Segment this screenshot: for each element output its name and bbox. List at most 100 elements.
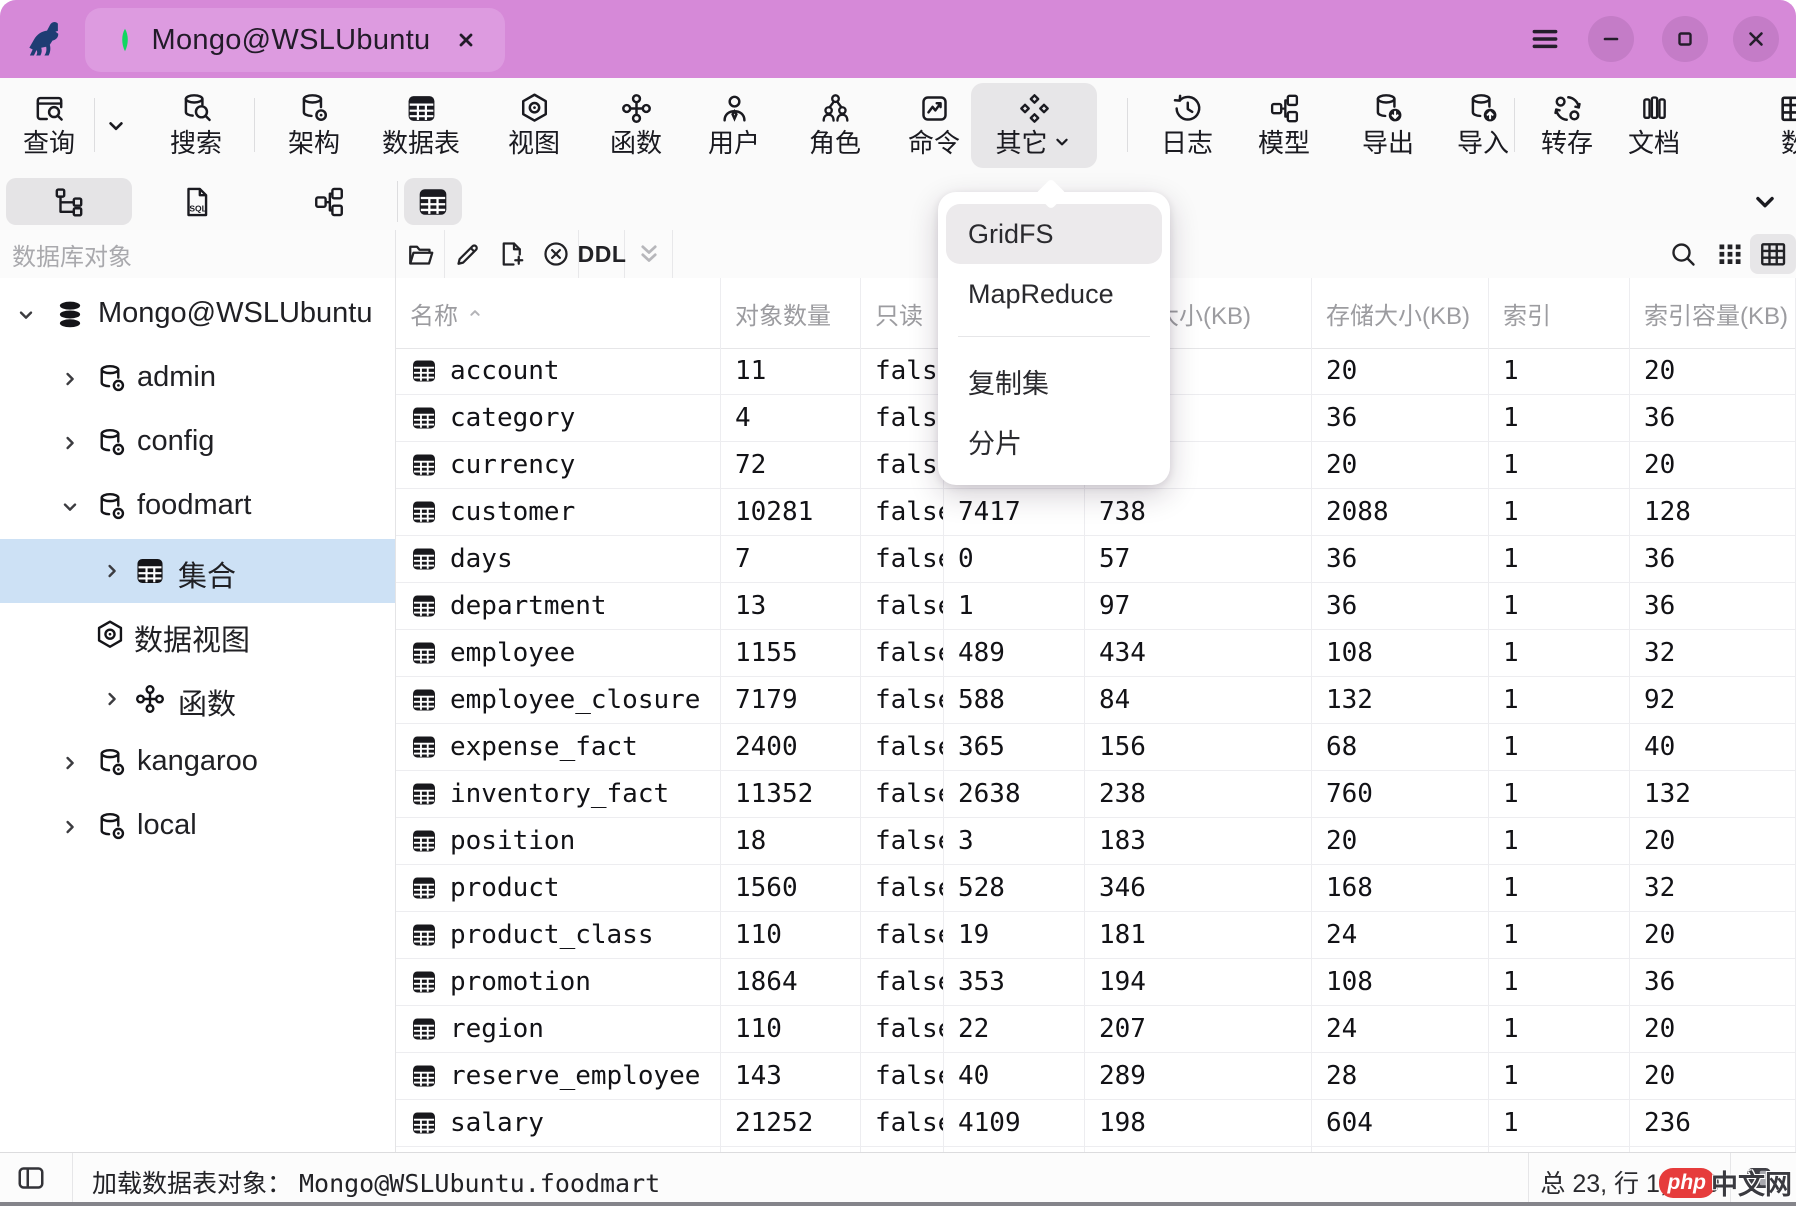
view-tab-explorer-tree[interactable]	[6, 178, 132, 225]
tree-expander-right-icon[interactable]	[58, 431, 82, 455]
column-header-indexes[interactable]: 索引	[1489, 278, 1630, 348]
cell-storage_kb: 20	[1312, 442, 1489, 488]
minimize-button[interactable]	[1588, 16, 1634, 62]
collection-row-employee_closure[interactable]: employee_closure7179false58884132192	[396, 677, 1796, 724]
tree-item-db-config[interactable]: config	[0, 411, 395, 475]
collection-row-expense_fact[interactable]: expense_fact2400false36515668140	[396, 724, 1796, 771]
toolbar-model-button[interactable]: 模型	[1234, 83, 1334, 168]
toolbar-view-button[interactable]: 视图	[484, 83, 584, 168]
app-menu-button[interactable]	[1522, 16, 1568, 62]
collection-row-product_class[interactable]: product_class110false1918124120	[396, 912, 1796, 959]
tool-grid-view-button[interactable]	[1708, 234, 1752, 274]
menu-item-gridfs[interactable]: GridFS	[946, 204, 1162, 264]
cell-hidden: 365	[944, 724, 1085, 770]
menu-item-mapreduce[interactable]: MapReduce	[946, 264, 1162, 324]
dblchev-icon	[634, 239, 664, 269]
toolbar-docs-button[interactable]: 文档	[1604, 83, 1704, 168]
tool-more-button[interactable]	[626, 230, 673, 278]
collection-row-position[interactable]: position18false318320120	[396, 818, 1796, 865]
column-header-storage_kb[interactable]: 存储大小(KB)	[1312, 278, 1489, 348]
view-tab-collapse[interactable]	[1742, 178, 1788, 225]
maximize-button[interactable]	[1662, 16, 1708, 62]
tree-expander-right-icon[interactable]	[100, 687, 124, 711]
cell-objects: 11	[721, 348, 861, 394]
tree-expander-right-icon[interactable]	[58, 751, 82, 775]
object-filter-input[interactable]: 数据库对象	[0, 230, 396, 278]
collection-name: product	[450, 873, 560, 903]
connection-tab[interactable]: Mongo@WSLUbuntu	[85, 8, 505, 72]
column-header-index_size_kb[interactable]: 索引容量(KB)	[1630, 278, 1796, 348]
collection-row-department[interactable]: department13false19736136	[396, 583, 1796, 630]
tool-open-button[interactable]	[398, 230, 445, 278]
tree-item-db-local[interactable]: local	[0, 795, 395, 859]
cell-storage_kb: 28	[1312, 1053, 1489, 1099]
toolbar-sync-button[interactable]: 转存	[1517, 83, 1617, 168]
tree-item-collections[interactable]: 集合	[0, 539, 395, 603]
tree-expander-right-icon[interactable]	[58, 367, 82, 391]
column-header-label: 索引	[1503, 296, 1551, 331]
tool-search-button[interactable]	[1660, 234, 1706, 274]
toolbar-db-search-button[interactable]: 搜索	[146, 83, 246, 168]
tab-close-icon[interactable]	[454, 28, 478, 52]
collection-name-cell: customer	[396, 489, 721, 535]
column-header-objects[interactable]: 对象数量	[721, 278, 861, 348]
toolbar-button-label: 视图	[508, 128, 560, 159]
toolbar-table-button[interactable]: 数据表	[371, 83, 471, 168]
tree-item-db-kangaroo[interactable]: kangaroo	[0, 731, 395, 795]
collection-row-promotion[interactable]: promotion1864false353194108136	[396, 959, 1796, 1006]
toolbar-others-button[interactable]: 其它	[971, 83, 1097, 168]
tool-ddl-button[interactable]: DDL	[580, 230, 625, 278]
collection-row-inventory_fact[interactable]: inventory_fact11352false26382387601132	[396, 771, 1796, 818]
tool-table-view-button[interactable]	[1750, 234, 1796, 274]
collection-name-cell: product_class	[396, 912, 721, 958]
view-icon	[518, 92, 551, 125]
column-header-name[interactable]: 名称	[396, 278, 721, 348]
collection-row-employee[interactable]: employee1155false489434108132	[396, 630, 1796, 677]
tree-item-db-foodmart[interactable]: foodmart	[0, 475, 395, 539]
toolbar-grid-table-button[interactable]: 数	[1744, 83, 1796, 168]
toolbar-chev-down-button[interactable]	[95, 83, 137, 168]
cell-indexes: 1	[1489, 1053, 1630, 1099]
toolbar-query-button[interactable]: 查询	[5, 83, 93, 168]
tool-new-collection-button[interactable]	[490, 234, 534, 274]
tree-expander-down-icon[interactable]	[58, 495, 82, 519]
database-icon	[96, 747, 128, 779]
collection-row-product[interactable]: product1560false528346168132	[396, 865, 1796, 912]
collection-row-salary[interactable]: salary21252false41091986041236	[396, 1100, 1796, 1147]
tree-expander-down-icon[interactable]	[14, 303, 38, 327]
tree-expander-right-icon[interactable]	[58, 815, 82, 839]
tree-item-label: 集合	[178, 553, 236, 595]
tree-item-data-views[interactable]: 数据视图	[0, 603, 395, 667]
toolbar-db-export-button[interactable]: 导出	[1338, 83, 1438, 168]
cell-readonly: false	[861, 912, 944, 958]
collection-row-days[interactable]: days7false05736136	[396, 536, 1796, 583]
tool-edit-button[interactable]	[446, 234, 490, 274]
toolbar-command-button[interactable]: 命令	[884, 83, 984, 168]
toggle-left-panel-icon[interactable]	[16, 1163, 46, 1193]
database-tree: Mongo@WSLUbuntuadminconfigfoodmart 集合数据视图…	[0, 278, 396, 1152]
collection-row-customer[interactable]: customer10281false741773820881128	[396, 489, 1796, 536]
tool-delete-button[interactable]	[534, 230, 579, 278]
collection-name: employee_closure	[450, 685, 700, 715]
menu-item--[interactable]: 分片	[946, 411, 1162, 471]
column-header-readonly[interactable]: 只读	[861, 278, 944, 348]
view-tab-sql-view[interactable]	[160, 178, 234, 225]
view-tab-collections-tab[interactable]	[404, 178, 462, 225]
toolbar-history-button[interactable]: 日志	[1137, 83, 1237, 168]
tree-expander-right-icon[interactable]	[100, 559, 124, 583]
cell-storage_kb: 2088	[1312, 489, 1489, 535]
collection-row-reserve_employee[interactable]: reserve_employee143false4028928120	[396, 1053, 1796, 1100]
menu-item--[interactable]: 复制集	[946, 351, 1162, 411]
tree-item-mongo-connection[interactable]: Mongo@WSLUbuntu	[0, 283, 395, 347]
collection-row-region[interactable]: region110false2220724120	[396, 1006, 1796, 1053]
toolbar-user-button[interactable]: 用户	[684, 83, 784, 168]
view-tab-diagram-view[interactable]	[292, 178, 366, 225]
tree-item-functions[interactable]: 函数	[0, 667, 395, 731]
toolbar-schema-button[interactable]: 架构	[264, 83, 364, 168]
others-dropdown-menu: GridFSMapReduce 复制集分片	[938, 192, 1170, 485]
newdoc-icon	[497, 239, 527, 269]
toolbar-roles-button[interactable]: 角色	[785, 83, 885, 168]
tree-item-db-admin[interactable]: admin	[0, 347, 395, 411]
toolbar-function-button[interactable]: 函数	[586, 83, 686, 168]
close-button[interactable]	[1733, 16, 1779, 62]
